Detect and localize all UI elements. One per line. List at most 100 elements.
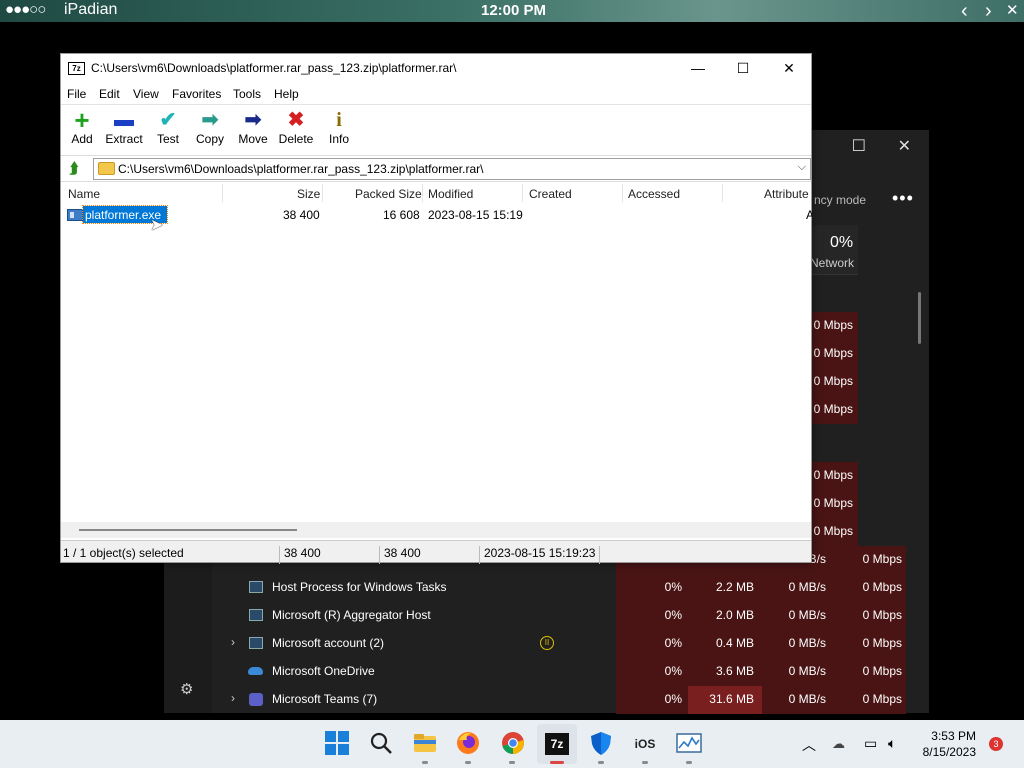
column-accessed[interactable]: Accessed [628, 187, 680, 201]
address-text: C:\Users\vm6\Downloads\platformer.rar_pa… [118, 162, 484, 176]
chevron-up-icon[interactable]: ︿ [802, 735, 816, 755]
column-packed-size[interactable]: Packed Size [355, 187, 422, 201]
process-name: Microsoft account (2) [272, 636, 385, 650]
file-modified: 2023-08-15 15:19 [428, 208, 523, 222]
delete-icon: ✖ [287, 109, 305, 131]
menu-view[interactable]: View [133, 87, 159, 101]
test-button[interactable]: ✔ Test [154, 108, 182, 154]
column-modified[interactable]: Modified [428, 187, 473, 201]
network-percent: 0% [830, 234, 854, 251]
maximize-button[interactable]: ☐ [720, 54, 766, 84]
add-icon: + [74, 105, 90, 135]
mouse-cursor-icon: ➤ [150, 217, 164, 234]
process-row[interactable]: Host Process for Windows Tasks 0% 2.2 MB… [212, 574, 906, 602]
process-icon [249, 609, 263, 621]
network-cell: 0 Mbps [810, 462, 858, 490]
firefox-icon[interactable] [454, 730, 482, 758]
scrollbar[interactable] [918, 292, 921, 344]
column-attributes[interactable]: Attribute [764, 187, 809, 201]
clock-date: 8/15/2023 [922, 745, 976, 759]
teams-icon [249, 693, 263, 706]
system-clock[interactable]: 3:53 PM 8/15/2023 [918, 728, 976, 760]
delete-button[interactable]: ✖ Delete [278, 108, 314, 154]
menu-bar: File Edit View Favorites Tools Help [61, 84, 811, 104]
ipadian-clock: 12:00 PM [481, 2, 547, 19]
menu-edit[interactable]: Edit [99, 87, 120, 101]
folder-up-icon[interactable]: ⮭ [65, 160, 83, 177]
ios-app-icon[interactable]: iOS [631, 730, 659, 758]
toolbar: + Add ▬ Extract ✔ Test ➡ Copy ➡ Move ✖ D… [61, 104, 811, 154]
chrome-icon[interactable] [499, 730, 527, 758]
move-button[interactable]: ➡ Move [237, 108, 269, 154]
column-name[interactable]: Name [68, 187, 100, 201]
menu-file[interactable]: File [67, 87, 86, 101]
process-row[interactable]: › Microsoft Teams (7) 0% 31.6 MB 0 MB/s … [212, 686, 906, 714]
network-cell: 0 Mbps [810, 368, 858, 396]
expand-chevron-icon[interactable]: › [231, 635, 235, 649]
network-column-header[interactable]: Network [810, 256, 854, 270]
column-created[interactable]: Created [529, 187, 572, 201]
signal-dots-icon: ●●●○○ [5, 1, 46, 18]
address-bar: ⮭ C:\Users\vm6\Downloads\platformer.rar_… [61, 155, 811, 181]
move-icon: ➡ [244, 109, 262, 131]
maximize-icon[interactable]: ☐ [852, 136, 866, 156]
file-explorer-icon[interactable] [411, 730, 439, 758]
settings-gear-icon[interactable]: ⚙ [180, 680, 193, 698]
process-name: Microsoft OneDrive [272, 664, 375, 678]
process-row[interactable]: › Microsoft account (2) II 0% 0.4 MB 0 M… [212, 630, 906, 658]
sevenzip-window: 7z C:\Users\vm6\Downloads\platformer.rar… [60, 53, 812, 564]
volume-icon[interactable]: 🔈︎ [888, 735, 896, 752]
search-icon[interactable] [367, 730, 395, 758]
horizontal-scrollbar[interactable] [61, 522, 811, 538]
sevenzip-taskbar-icon[interactable]: 7z [543, 730, 571, 758]
column-size[interactable]: Size [297, 187, 320, 201]
process-name: Microsoft Teams (7) [272, 692, 378, 706]
paused-status-icon: II [540, 636, 554, 650]
process-icon [249, 581, 263, 593]
menu-favorites[interactable]: Favorites [172, 87, 221, 101]
network-cell: 0 Mbps [810, 340, 858, 368]
status-packed: 38 400 [384, 546, 421, 560]
process-name: Host Process for Windows Tasks [272, 580, 447, 594]
window-title: C:\Users\vm6\Downloads\platformer.rar_pa… [91, 61, 457, 75]
network-monitor-icon[interactable]: ▭ [864, 735, 877, 752]
notification-badge[interactable]: 3 [989, 737, 1003, 751]
file-row[interactable]: platformer.exe 38 400 16 608 2023-08-15 … [61, 204, 812, 234]
menu-help[interactable]: Help [274, 87, 299, 101]
chevron-down-icon[interactable]: ⌵ [798, 161, 806, 174]
start-windows-icon[interactable] [323, 730, 351, 758]
minimize-button[interactable]: — [675, 54, 721, 84]
close-icon[interactable]: ✕ [1006, 0, 1019, 22]
ipadian-top-bar: ●●●○○ iPadian 12:00 PM ‹ › ✕ [0, 0, 1024, 22]
copy-icon: ➡ [201, 109, 219, 131]
efficiency-mode-button[interactable]: ncy mode [814, 193, 866, 207]
task-manager-icon[interactable] [675, 730, 703, 758]
add-button[interactable]: + Add [66, 105, 98, 154]
onedrive-tray-icon[interactable]: ☁ [832, 736, 845, 752]
onedrive-icon [248, 667, 263, 675]
forward-arrow-icon[interactable]: › [985, 0, 992, 22]
scrollbar-thumb[interactable] [79, 529, 297, 531]
expand-chevron-icon[interactable]: › [231, 691, 235, 705]
more-options-icon[interactable]: ••• [892, 188, 914, 209]
file-packed-size: 16 608 [383, 208, 420, 222]
address-input[interactable]: C:\Users\vm6\Downloads\platformer.rar_pa… [93, 158, 811, 180]
extract-button[interactable]: ▬ Extract [104, 108, 144, 154]
network-cell: 0 Mbps [810, 312, 858, 340]
defender-shield-icon[interactable] [587, 730, 615, 758]
ipadian-brand: iPadian [64, 1, 118, 18]
close-icon[interactable]: ✕ [898, 136, 911, 156]
process-icon [249, 637, 263, 649]
menu-tools[interactable]: Tools [233, 87, 261, 101]
copy-button[interactable]: ➡ Copy [194, 108, 226, 154]
sevenzip-logo-icon: 7z [68, 62, 85, 75]
process-row[interactable]: Microsoft OneDrive 0% 3.6 MB 0 MB/s 0 Mb… [212, 658, 906, 686]
title-bar[interactable]: 7z C:\Users\vm6\Downloads\platformer.rar… [61, 54, 811, 84]
back-arrow-icon[interactable]: ‹ [961, 0, 968, 22]
close-button[interactable]: ✕ [766, 54, 812, 84]
info-button[interactable]: i Info [326, 108, 352, 154]
status-bar: 1 / 1 object(s) selected 38 400 38 400 2… [61, 540, 811, 564]
file-size: 38 400 [283, 208, 320, 222]
status-modified: 2023-08-15 15:19:23 [484, 546, 596, 560]
process-row[interactable]: Microsoft (R) Aggregator Host 0% 2.0 MB … [212, 602, 906, 630]
